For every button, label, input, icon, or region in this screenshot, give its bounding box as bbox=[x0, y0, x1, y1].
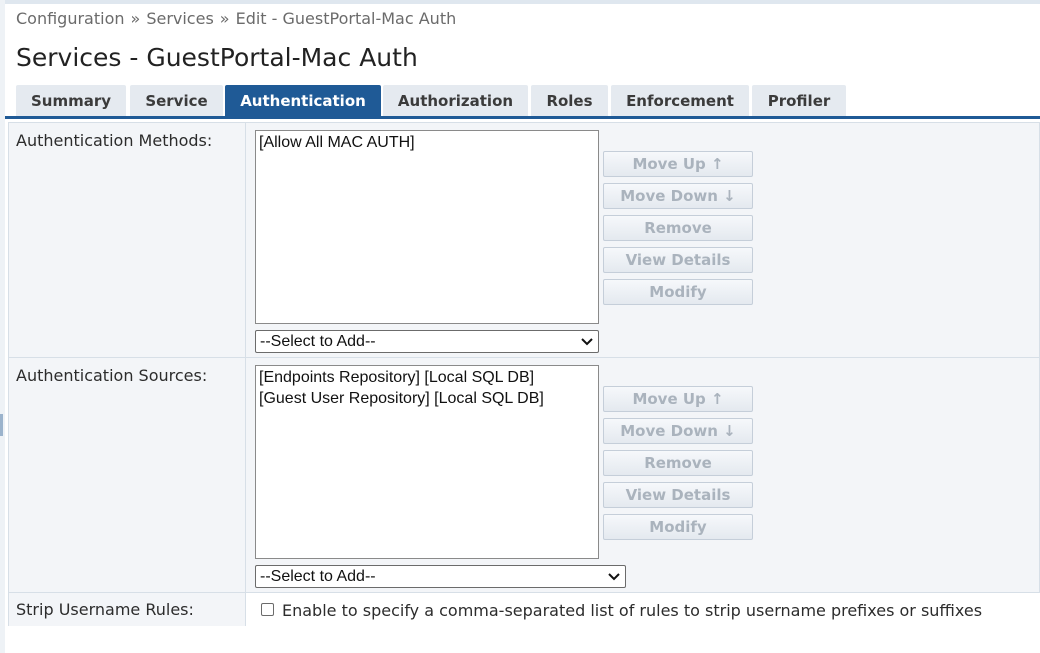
move-down-button[interactable]: Move Down ↓ bbox=[603, 418, 753, 444]
authentication-form: Authentication Methods: [Allow All MAC A… bbox=[8, 122, 1040, 626]
modify-button[interactable]: Modify bbox=[603, 514, 753, 540]
label-cell: Strip Username Rules: bbox=[9, 593, 246, 626]
breadcrumb: Configuration » Services » Edit - GuestPorta… bbox=[16, 9, 456, 28]
auth-methods-select[interactable]: --Select to Add-- bbox=[255, 330, 599, 353]
view-details-button[interactable]: View Details bbox=[603, 247, 753, 273]
breadcrumb-configuration[interactable]: Configuration bbox=[16, 9, 125, 28]
tab-service[interactable]: Service bbox=[130, 85, 223, 116]
strip-username-option: Enable to specify a comma-separated list… bbox=[261, 595, 982, 625]
strip-username-checkbox[interactable] bbox=[261, 602, 274, 616]
strip-username-row: Strip Username Rules: Enable to specify … bbox=[9, 593, 1040, 626]
tab-profiler[interactable]: Profiler bbox=[752, 85, 846, 116]
move-up-button[interactable]: Move Up ↑ bbox=[603, 386, 753, 412]
remove-button[interactable]: Remove bbox=[603, 215, 753, 241]
auth-sources-select[interactable]: --Select to Add-- bbox=[255, 565, 626, 588]
auth-methods-label: Authentication Methods: bbox=[16, 131, 213, 150]
list-item[interactable]: [Endpoints Repository] [Local SQL DB] bbox=[259, 367, 595, 388]
tab-authentication[interactable]: Authentication bbox=[225, 85, 381, 116]
label-cell: Authentication Sources: bbox=[9, 358, 246, 592]
left-gutter bbox=[0, 0, 5, 653]
label-cell: Authentication Methods: bbox=[9, 123, 246, 357]
tab-enforcement[interactable]: Enforcement bbox=[611, 85, 749, 116]
page-title: Services - GuestPortal-Mac Auth bbox=[16, 43, 418, 72]
breadcrumb-separator: » bbox=[130, 9, 141, 28]
remove-button[interactable]: Remove bbox=[603, 450, 753, 476]
strip-username-label: Strip Username Rules: bbox=[16, 600, 194, 619]
select-value: --Select to Add-- bbox=[260, 568, 376, 585]
auth-sources-label: Authentication Sources: bbox=[16, 366, 208, 385]
tab-summary[interactable]: Summary bbox=[16, 85, 126, 116]
list-item[interactable]: [Guest User Repository] [Local SQL DB] bbox=[259, 388, 595, 409]
breadcrumb-services[interactable]: Services bbox=[146, 9, 213, 28]
strip-username-checkbox-label[interactable]: Enable to specify a comma-separated list… bbox=[282, 601, 982, 620]
top-strip bbox=[0, 0, 1040, 4]
move-down-button[interactable]: Move Down ↓ bbox=[603, 183, 753, 209]
breadcrumb-separator: » bbox=[219, 9, 230, 28]
chevron-down-icon bbox=[608, 573, 620, 581]
move-up-button[interactable]: Move Up ↑ bbox=[603, 151, 753, 177]
auth-sources-listbox[interactable]: [Endpoints Repository] [Local SQL DB] [G… bbox=[255, 365, 599, 559]
breadcrumb-current: Edit - GuestPortal-Mac Auth bbox=[235, 9, 457, 28]
auth-sources-row: Authentication Sources: [Endpoints Repos… bbox=[9, 358, 1040, 593]
tab-underline bbox=[5, 116, 1040, 119]
tab-roles[interactable]: Roles bbox=[531, 85, 608, 116]
auth-methods-listbox[interactable]: [Allow All MAC AUTH] bbox=[255, 130, 599, 324]
tab-authorization[interactable]: Authorization bbox=[383, 85, 528, 116]
auth-methods-row: Authentication Methods: [Allow All MAC A… bbox=[9, 123, 1040, 358]
chevron-down-icon bbox=[581, 338, 593, 346]
sidebar-collapse-handle[interactable] bbox=[0, 414, 3, 436]
list-item[interactable]: [Allow All MAC AUTH] bbox=[259, 132, 595, 153]
select-value: --Select to Add-- bbox=[260, 333, 376, 350]
modify-button[interactable]: Modify bbox=[603, 279, 753, 305]
view-details-button[interactable]: View Details bbox=[603, 482, 753, 508]
